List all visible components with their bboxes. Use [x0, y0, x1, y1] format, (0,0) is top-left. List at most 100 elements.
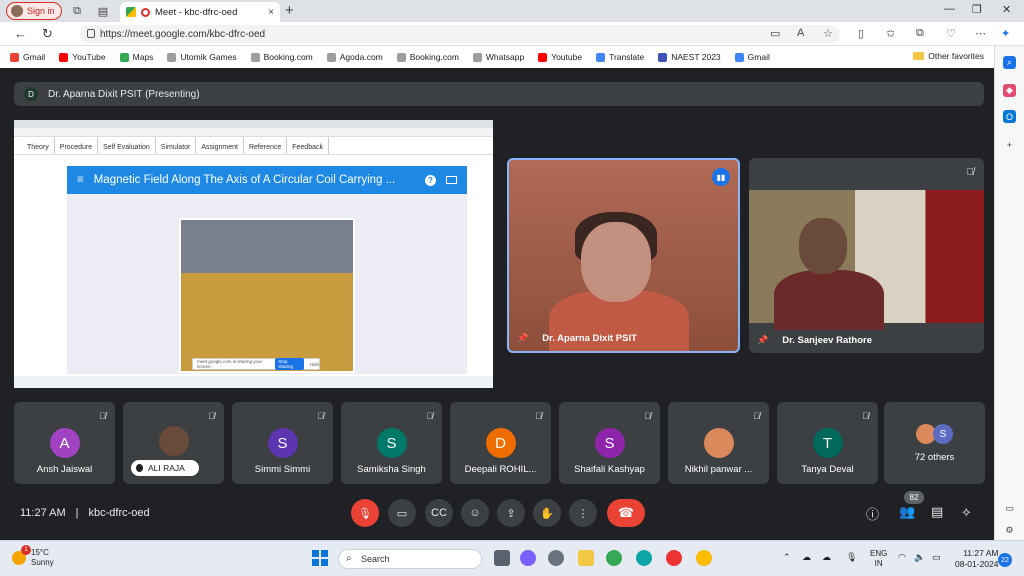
bookmark-10[interactable]: NAEST 2023	[658, 52, 721, 62]
minimize-button[interactable]: —	[944, 3, 955, 15]
chrome-icon[interactable]	[606, 550, 622, 566]
system-clock[interactable]: 11:27 AM 08-01-2024	[955, 548, 998, 570]
bookmark-7[interactable]: Whatsapp	[472, 52, 524, 62]
participant-tile[interactable]: 🎙̸ T Tanya Deval	[777, 402, 878, 484]
weather-widget[interactable]: 1 15°C Sunny	[12, 545, 54, 568]
collections-icon[interactable]: ⧉	[916, 27, 924, 40]
onedrive-icon[interactable]: ☁	[822, 552, 831, 563]
sidebar-layout-icon[interactable]: ▭	[1003, 502, 1016, 515]
chat-icon[interactable]: ▤	[931, 504, 943, 520]
divider: |	[75, 507, 79, 519]
address-bar[interactable]: https://meet.google.com/kbc-dfrc-oed	[80, 25, 840, 43]
workspaces-icon[interactable]: ⧉	[70, 4, 84, 18]
outlook-sidebar-icon[interactable]: O	[1003, 110, 1016, 123]
bookmark-3[interactable]: Utomik Games	[167, 52, 237, 62]
sidebar-settings-icon[interactable]: ⚙	[1003, 524, 1016, 537]
tab-actions-icon[interactable]: ▤	[96, 4, 110, 18]
shared-screen[interactable]: Theory Procedure Self Evaluation Simulator A…	[14, 120, 493, 388]
reactions-button[interactable]: ☺	[461, 499, 489, 527]
back-icon[interactable]: ←	[14, 26, 27, 41]
participant-tile[interactable]: 🎙̸ S Samiksha Singh	[341, 402, 442, 484]
participant-tile-sanjeev[interactable]: 🎙̸ 📌 Dr. Sanjeev Rathore	[749, 158, 984, 353]
tools-sidebar-icon[interactable]: ◆	[1003, 84, 1016, 97]
notification-badge[interactable]: 22	[998, 553, 1012, 567]
other-favorites-folder[interactable]: Other favorites	[913, 51, 984, 61]
show-hidden-icons[interactable]: ⌃	[783, 552, 791, 563]
taskbar-search[interactable]: ⌕ Search	[338, 549, 482, 569]
refresh-icon[interactable]: ↻	[42, 26, 53, 42]
participant-tile[interactable]: 🎙̸ A Ansh Jaiswal	[14, 402, 115, 484]
favorite-star-icon[interactable]: ☆	[823, 27, 833, 40]
weather-condition: Sunny	[31, 558, 54, 567]
participant-tile-others[interactable]: S 72 others	[884, 402, 985, 484]
bookmark-6[interactable]: Booking.com	[396, 52, 459, 62]
battery-icon[interactable]: ▭	[932, 552, 941, 563]
settings-icon[interactable]	[548, 550, 564, 566]
tray-app-icon[interactable]: ☁	[802, 552, 811, 563]
search-sidebar-icon[interactable]: ⌕	[1003, 56, 1016, 69]
activities-icon[interactable]: ⟡	[962, 504, 971, 520]
bookmark-4[interactable]: Booking.com	[250, 52, 313, 62]
split-screen-icon[interactable]: ▯	[858, 27, 864, 40]
participant-tile[interactable]: 🎙̸ Nikhil panwar ...	[668, 402, 769, 484]
participant-name: ALI RAJA	[148, 463, 185, 473]
participant-name: Tanya Deval	[801, 464, 854, 475]
participant-avatar	[158, 426, 189, 456]
chrome-profile-icon[interactable]	[666, 550, 682, 566]
present-button[interactable]: ⇪	[497, 499, 525, 527]
participant-tile[interactable]: 🎙̸ D Deepali ROHIL...	[450, 402, 551, 484]
browser-essentials-icon[interactable]: ♡	[946, 27, 956, 40]
pin-icon[interactable]: 📌	[517, 333, 528, 344]
people-icon[interactable]: 👥	[899, 504, 915, 520]
windows-start-icon[interactable]	[312, 550, 328, 566]
language-indicator[interactable]: ENG IN	[870, 549, 887, 569]
task-view-icon[interactable]	[494, 550, 510, 566]
bookmark-1[interactable]: YouTube	[59, 52, 106, 62]
volume-icon[interactable]: 🔈	[914, 552, 925, 563]
tab-close-icon[interactable]: ×	[268, 7, 274, 18]
copilot-icon[interactable]: ✦	[1001, 27, 1010, 40]
others-avatar: S	[933, 424, 953, 444]
bookmark-favicon-icon	[734, 52, 744, 62]
mic-toggle-button[interactable]: 🎙	[351, 499, 379, 527]
bookmark-9[interactable]: Translate	[596, 52, 644, 62]
meeting-details-icon[interactable]: ⓘ	[866, 504, 879, 523]
wifi-icon[interactable]: ◠	[898, 552, 906, 563]
bookmark-8[interactable]: Youtube	[538, 52, 582, 62]
microphone-icon[interactable]: 🎙	[846, 552, 857, 563]
new-tab-button[interactable]: +	[285, 2, 294, 19]
bookmark-5[interactable]: Agoda.com	[326, 52, 383, 62]
stop-sharing-button: Stop sharing	[275, 358, 304, 370]
sign-in-button[interactable]: Sign in	[6, 2, 62, 20]
menu-dots-icon[interactable]: ⋯	[975, 27, 986, 40]
mic-off-icon: 🎙̸	[317, 411, 324, 421]
add-sidebar-icon[interactable]: +	[1003, 138, 1016, 151]
participant-tile[interactable]: 🎙̸ S Shaifali Kashyap	[559, 402, 660, 484]
camera-toggle-button[interactable]: ▭	[388, 499, 416, 527]
edge-icon[interactable]	[636, 550, 652, 566]
bookmark-11[interactable]: Gmail	[734, 52, 770, 62]
close-window-button[interactable]: ✕	[1002, 3, 1011, 16]
more-options-button[interactable]: ⋮	[569, 499, 597, 527]
audio-indicator-icon	[136, 464, 143, 472]
captions-button[interactable]: CC	[425, 499, 453, 527]
chrome-alt-icon[interactable]	[696, 550, 712, 566]
participant-avatar	[703, 428, 734, 458]
bookmark-2[interactable]: Maps	[119, 52, 153, 62]
file-explorer-icon[interactable]	[578, 550, 594, 566]
bookmark-0[interactable]: Gmail	[10, 52, 45, 62]
teams-icon[interactable]	[520, 550, 536, 566]
bookmark-favicon-icon	[472, 52, 482, 62]
read-aloud-icon[interactable]: A	[797, 27, 804, 39]
tab-meet[interactable]: Meet - kbc-dfrc-oed ×	[120, 2, 280, 22]
favorites-icon[interactable]: ✩	[886, 27, 895, 40]
mic-off-icon: 🎙̸	[644, 411, 651, 421]
participant-tile-aparna[interactable]: ▮▮ 📌 Dr. Aparna Dixit PSIT	[507, 158, 740, 353]
leave-call-button[interactable]: ☎	[607, 499, 645, 527]
participant-tile[interactable]: 🎙̸ ALI RAJA	[123, 402, 224, 484]
maximize-button[interactable]: ❐	[972, 3, 982, 16]
camera-permission-icon[interactable]: ▭	[770, 27, 780, 40]
pin-icon[interactable]: 📌	[757, 335, 768, 346]
participant-tile[interactable]: 🎙̸ S Simmi Simmi	[232, 402, 333, 484]
raise-hand-button[interactable]: ✋	[533, 499, 561, 527]
